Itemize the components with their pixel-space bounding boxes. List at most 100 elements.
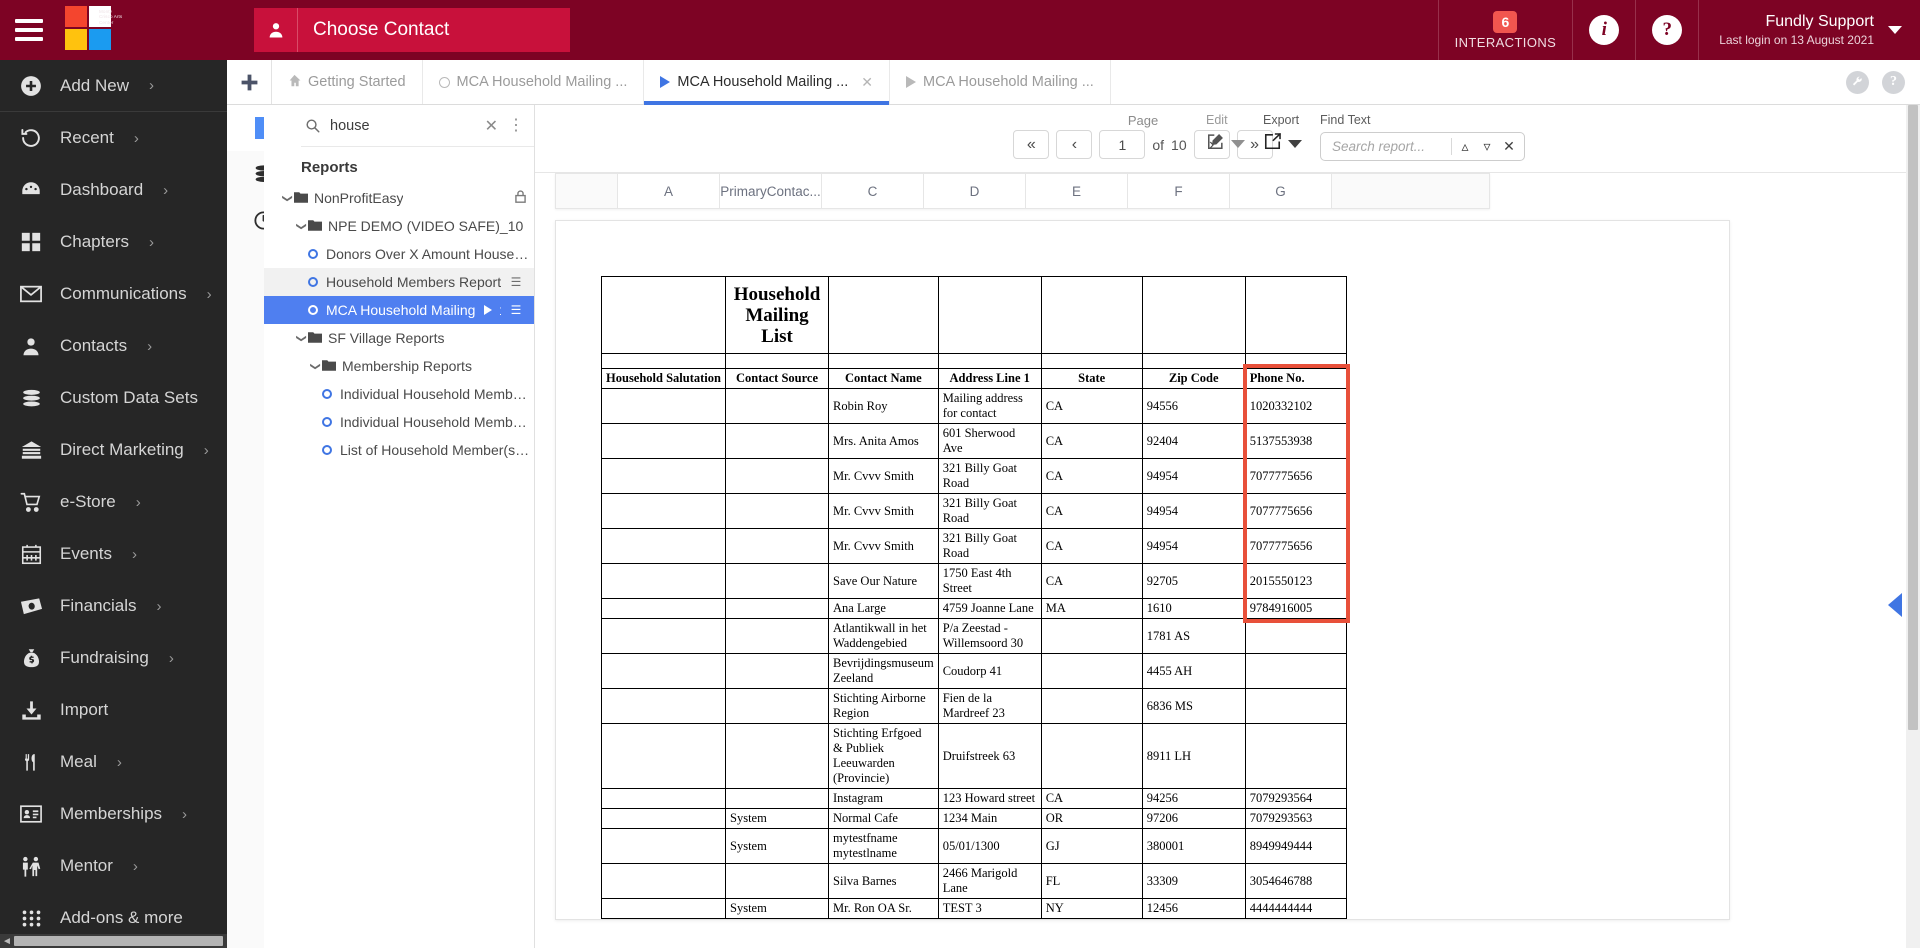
blank-cell — [726, 354, 829, 369]
tab-2[interactable]: MCA Household Mailing ...✕ — [644, 60, 890, 104]
tree-folder-membership-reports[interactable]: ❯Membership Reports — [264, 352, 534, 380]
tree-folder-nonprofiteasy[interactable]: ❯NonProfitEasy — [264, 184, 534, 212]
export-share-icon[interactable] — [1263, 132, 1282, 156]
table-cell: 97206 — [1142, 809, 1245, 829]
sidebar-item-import[interactable]: Import — [0, 684, 227, 736]
report-bullet-icon — [322, 389, 332, 399]
chevron-down-icon[interactable] — [1231, 140, 1245, 148]
find-text-input[interactable]: Search report... — [1332, 139, 1447, 154]
chevron-down-icon[interactable]: ❯ — [282, 191, 293, 205]
previous-page-button[interactable]: ‹ — [1056, 130, 1092, 159]
column-header-2[interactable]: PrimaryContac... — [720, 174, 822, 208]
table-cell — [602, 389, 726, 424]
info-button[interactable]: i — [1572, 0, 1635, 60]
column-header-5[interactable]: E — [1026, 174, 1128, 208]
tab-label: MCA Household Mailing ... — [923, 74, 1094, 90]
table-cell: GJ — [1041, 829, 1142, 864]
report-spacer-row — [602, 354, 1347, 369]
add-tab-icon[interactable] — [227, 60, 272, 104]
sidebar-item-memberships[interactable]: Memberships› — [0, 788, 227, 840]
column-header-4[interactable]: D — [924, 174, 1026, 208]
sidebar-item-communications[interactable]: Communications› — [0, 268, 227, 320]
sidebar-item-add-new[interactable]: Add New› — [0, 60, 227, 112]
tree-report-individual-household-membership[interactable]: Individual Household Membership ... — [264, 408, 534, 436]
find-text-box[interactable]: Search report... ▵ ▿ ✕ — [1320, 132, 1525, 161]
chevron-up-icon[interactable]: ▵ — [1456, 138, 1474, 155]
sidebar-item-meal[interactable]: Meal› — [0, 736, 227, 788]
sidebar-item-financials[interactable]: Financials› — [0, 580, 227, 632]
search-input[interactable]: house — [330, 118, 475, 134]
collapse-panel-arrow-icon[interactable] — [1888, 593, 1902, 617]
sidebar-item-events[interactable]: Events› — [0, 528, 227, 580]
sidebar-item-mentor[interactable]: Mentor› — [0, 840, 227, 892]
interactions-button[interactable]: 6 INTERACTIONS — [1438, 0, 1573, 60]
report-column-header: Household Salutation — [602, 369, 726, 389]
column-header-corner — [556, 174, 618, 208]
chevron-right-icon: › — [149, 77, 154, 94]
viewer-vertical-scrollbar[interactable] — [1906, 105, 1920, 948]
tree-report-household-members-report[interactable]: Household Members Report☰ — [264, 268, 534, 296]
column-header-7[interactable]: G — [1230, 174, 1332, 208]
table-cell: 33309 — [1142, 864, 1245, 899]
sidebar-item-chapters[interactable]: Chapters› — [0, 216, 227, 268]
tree-report-mca-household-mailing-list[interactable]: MCA Household Mailing List☰ — [264, 296, 534, 324]
sidebar-item-label: Contacts — [60, 336, 127, 356]
sidebar-item-direct-marketing[interactable]: Direct Marketing› — [0, 424, 227, 476]
report-title-row: Household Mailing List — [602, 277, 1347, 354]
sidebar-item-recent[interactable]: Recent› — [0, 112, 227, 164]
column-header-1[interactable]: A — [618, 174, 720, 208]
first-page-button[interactable]: « — [1013, 130, 1049, 159]
help-icon[interactable]: ? — [1882, 71, 1905, 94]
app-logo[interactable]: Monty Crisco Arts Center — [63, 6, 123, 54]
close-icon[interactable]: ✕ — [1500, 138, 1518, 155]
tree-report-list-of-household-member-s-by-m[interactable]: List of Household Member(s) by M... — [264, 436, 534, 464]
table-cell: 5555555555 — [1245, 919, 1346, 921]
chevron-down-icon[interactable]: ▿ — [1478, 138, 1496, 155]
tree-folder-npe-demo-video-safe-10[interactable]: ❯NPE DEMO (VIDEO SAFE)_10 — [264, 212, 534, 240]
sidebar-horizontal-scrollbar[interactable]: ◄ — [0, 934, 227, 948]
chevron-right-icon: › — [169, 650, 174, 667]
tab-3[interactable]: MCA Household Mailing ... — [890, 60, 1111, 104]
tree-report-donors-over-x-amount-household[interactable]: Donors Over X Amount Household — [264, 240, 534, 268]
chevron-down-icon[interactable]: ❯ — [296, 219, 307, 233]
chevron-down-icon[interactable]: ❯ — [296, 331, 307, 345]
sidebar-item-fundraising[interactable]: Fundraising› — [0, 632, 227, 684]
page-number-input[interactable]: 1 — [1099, 130, 1145, 159]
table-cell: Coudorp 41 — [938, 654, 1041, 689]
sidebar-item-contacts[interactable]: Contacts› — [0, 320, 227, 372]
blank-cell — [938, 277, 1041, 354]
chevron-down-icon[interactable]: ❯ — [310, 359, 321, 373]
sidebar-item-custom-data-sets[interactable]: Custom Data Sets — [0, 372, 227, 424]
close-icon[interactable]: ✕ — [485, 116, 498, 136]
edit-pencil-icon[interactable] — [1206, 132, 1225, 156]
report-row-menu-icon[interactable]: ☰ — [504, 300, 528, 320]
table-cell: CA — [1041, 564, 1142, 599]
choose-contact-button[interactable]: Choose Contact — [254, 8, 570, 52]
kebab-menu-icon[interactable]: ⋮ — [508, 122, 524, 130]
blank-cell — [602, 354, 726, 369]
help-button[interactable]: ? — [1635, 0, 1698, 60]
tree-folder-sf-village-reports[interactable]: ❯SF Village Reports — [264, 324, 534, 352]
table-cell — [726, 564, 829, 599]
folder-icon — [308, 330, 322, 346]
tab-0[interactable]: Getting Started — [272, 60, 423, 104]
user-menu[interactable]: Fundly Support Last login on 13 August 2… — [1698, 0, 1920, 60]
scrollbar-thumb[interactable] — [14, 936, 223, 946]
column-header-6[interactable]: F — [1128, 174, 1230, 208]
run-report-button[interactable] — [476, 300, 500, 320]
report-search-row[interactable]: house ✕ ⋮ — [301, 105, 534, 147]
scroll-left-arrow-icon[interactable]: ◄ — [0, 936, 14, 947]
sidebar-item-e-store[interactable]: e-Store› — [0, 476, 227, 528]
column-header-3[interactable]: C — [822, 174, 924, 208]
sidebar-item-dashboard[interactable]: Dashboard› — [0, 164, 227, 216]
tab-1[interactable]: MCA Household Mailing ... — [423, 60, 645, 104]
wrench-icon[interactable] — [1846, 71, 1869, 94]
chevron-down-icon[interactable] — [1288, 140, 1302, 148]
close-icon[interactable]: ✕ — [861, 74, 873, 91]
report-row-menu-icon[interactable]: ☰ — [504, 272, 528, 292]
sidebar-item-label: Financials — [60, 596, 137, 616]
hamburger-menu-icon[interactable] — [0, 0, 57, 60]
interactions-label: INTERACTIONS — [1455, 35, 1557, 50]
tree-report-individual-household-membership[interactable]: Individual Household Membership ... — [264, 380, 534, 408]
scrollbar-thumb[interactable] — [1908, 105, 1918, 730]
